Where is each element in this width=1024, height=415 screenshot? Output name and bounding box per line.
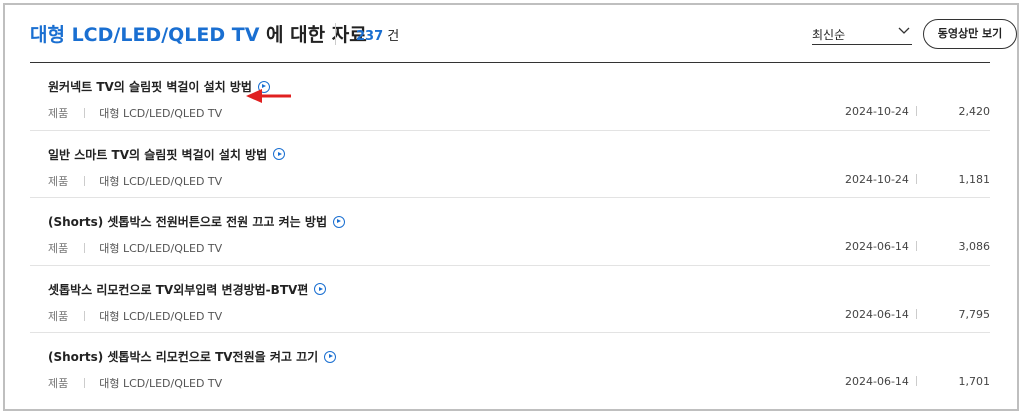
play-icon [332,215,345,228]
result-count-number: 237 [356,29,384,44]
annotation-arrow-icon [246,89,291,103]
list-item[interactable]: 셋톱박스 리모컨으로 TV외부입력 변경방법-BTV편 제품 대형 LCD/LE… [30,266,991,333]
play-icon [273,148,286,160]
list-item[interactable]: 원커넥트 TV의 슬림핏 벽걸이 설치 방법 제품 대형 LCD/LED/QLE… [30,63,990,131]
item-title: (Shorts) 셋톱박스 리모컨으로 TV전원을 켜고 끄기 [48,350,319,364]
item-date: 2024-10-24 [845,172,909,186]
item-meta: 제품 대형 LCD/LED/QLED TV [48,375,222,391]
column-divider [916,173,917,184]
item-product: 대형 LCD/LED/QLED TV [99,174,223,188]
item-meta: 제품 대형 LCD/LED/QLED TV [48,173,222,189]
column-divider [916,308,917,319]
item-date: 2024-06-14 [845,375,909,388]
page-title: 대형 LCD/LED/QLED TV 에 대한 자료 [30,20,367,47]
item-category: 제품 [48,174,69,188]
item-category: 제품 [48,242,69,255]
item-title-link[interactable]: 셋톱박스 리모컨으로 TV외부입력 변경방법-BTV편 [48,281,327,298]
item-title: (Shorts) 셋톱박스 전원버튼으로 전원 끄고 켜는 방법 [48,215,327,229]
column-divider [916,376,917,386]
meta-divider [84,175,86,186]
item-meta: 제품 대형 LCD/LED/QLED TV [48,240,222,256]
item-title: 원커넥트 TV의 슬림핏 벽걸이 설치 방법 [48,80,252,94]
sort-dropdown[interactable]: 최신순 [812,20,912,45]
video-only-button[interactable]: 동영상만 보기 [923,19,1017,49]
column-divider [916,106,917,116]
chevron-down-icon [898,24,910,39]
result-list: 원커넥트 TV의 슬림핏 벽걸이 설치 방법 제품 대형 LCD/LED/QLE… [30,63,990,401]
item-views: 1,701 [958,375,991,388]
meta-divider [84,378,86,388]
item-product: 대형 LCD/LED/QLED TV [99,377,223,390]
item-views: 7,795 [958,307,991,321]
list-item[interactable]: (Shorts) 셋톱박스 전원버튼으로 전원 끄고 켜는 방법 제품 대형 L… [30,198,990,266]
list-item[interactable]: (Shorts) 셋톱박스 리모컨으로 TV전원을 켜고 끄기 제품 대형 LC… [30,333,990,401]
item-date: 2024-06-14 [845,307,909,321]
item-title-link[interactable]: (Shorts) 셋톱박스 리모컨으로 TV전원을 켜고 끄기 [48,348,337,365]
play-icon [314,283,327,295]
result-count: 237 건 [356,25,399,44]
meta-divider [84,243,86,253]
item-category: 제품 [48,309,69,323]
item-views: 1,181 [958,172,991,186]
play-icon [324,350,337,363]
item-views: 3,086 [958,240,991,253]
item-product: 대형 LCD/LED/QLED TV [99,107,223,120]
list-item[interactable]: 일반 스마트 TV의 슬림핏 벽걸이 설치 방법 제품 대형 LCD/LED/Q… [30,131,991,198]
item-title: 일반 스마트 TV의 슬림핏 벽걸이 설치 방법 [48,147,268,162]
item-title: 셋톱박스 리모컨으로 TV외부입력 변경방법-BTV편 [48,282,309,297]
item-category: 제품 [48,377,69,390]
item-title-link[interactable]: 일반 스마트 TV의 슬림핏 벽걸이 설치 방법 [48,146,286,163]
meta-divider [84,108,86,118]
item-meta: 제품 대형 LCD/LED/QLED TV [48,308,222,324]
item-views: 2,420 [958,105,991,118]
title-divider [335,23,336,45]
item-date: 2024-10-24 [845,105,909,118]
title-suffix: 에 대한 자료 [259,24,367,46]
item-title-link[interactable]: 원커넥트 TV의 슬림핏 벽걸이 설치 방법 [48,78,270,95]
item-title-link[interactable]: (Shorts) 셋톱박스 전원버튼으로 전원 끄고 켜는 방법 [48,213,345,230]
item-category: 제품 [48,107,69,120]
item-meta: 제품 대형 LCD/LED/QLED TV [48,105,222,121]
column-divider [916,241,917,251]
meta-divider [84,310,86,321]
result-count-unit: 건 [383,29,400,44]
sort-selected-label: 최신순 [812,28,846,42]
results-header: 대형 LCD/LED/QLED TV 에 대한 자료 237 건 최신순 동영상… [30,14,1020,62]
item-date: 2024-06-14 [845,240,909,253]
item-product: 대형 LCD/LED/QLED TV [99,242,223,255]
item-product: 대형 LCD/LED/QLED TV [99,309,223,323]
title-category: 대형 LCD/LED/QLED TV [30,24,260,46]
